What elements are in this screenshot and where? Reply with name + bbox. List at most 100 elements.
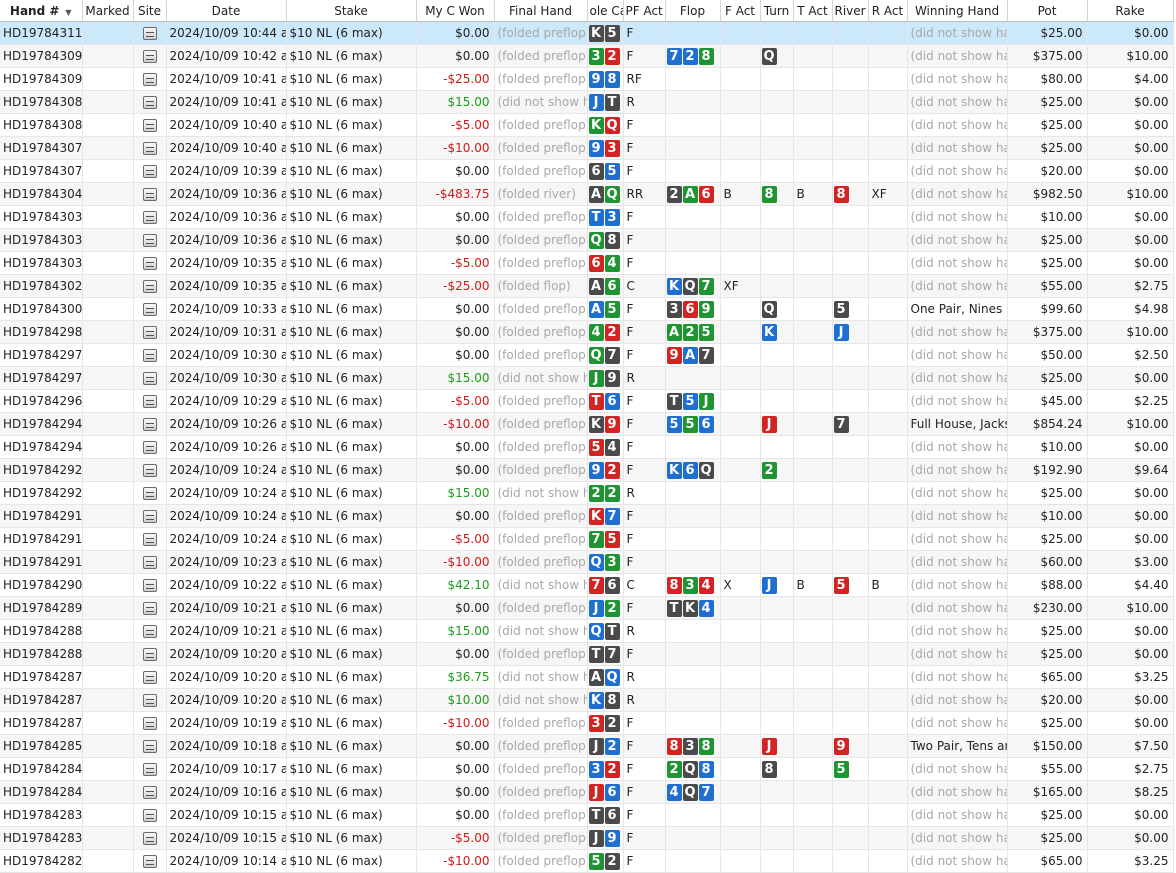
marked-cell[interactable] <box>82 642 134 666</box>
table-row[interactable]: HD1978430861 2024/10/09 10:41 am$10 NL (6… <box>0 90 1174 114</box>
marked-cell[interactable] <box>82 44 134 68</box>
table-row[interactable]: HD1978429167 2024/10/09 10:24 am$10 NL (6… <box>0 504 1174 528</box>
column-header-won[interactable]: My C Won <box>416 0 495 22</box>
turn-action-cell <box>793 711 833 735</box>
marked-cell[interactable] <box>82 366 134 390</box>
column-header-flop[interactable]: Flop <box>665 0 721 22</box>
marked-cell[interactable] <box>82 550 134 574</box>
marked-cell[interactable] <box>82 826 134 850</box>
stake-cell: $10 NL (6 max) <box>286 665 417 689</box>
marked-cell[interactable] <box>82 688 134 712</box>
table-row[interactable]: HD1978430752 2024/10/09 10:39 am$10 NL (6… <box>0 159 1174 183</box>
marked-cell[interactable] <box>82 182 134 206</box>
table-row[interactable]: HD1978428471 2024/10/09 10:17 am$10 NL (6… <box>0 757 1174 781</box>
table-row[interactable]: HD1978429044 2024/10/09 10:22 am$10 NL (6… <box>0 573 1174 597</box>
table-row[interactable]: HD1978429791 2024/10/09 10:30 am$10 NL (6… <box>0 343 1174 367</box>
marked-cell[interactable] <box>82 596 134 620</box>
marked-cell[interactable] <box>82 458 134 482</box>
table-row[interactable]: HD1978431141 2024/10/09 10:44 am$10 NL (6… <box>0 21 1174 45</box>
marked-cell[interactable] <box>82 21 134 45</box>
marked-cell[interactable] <box>82 205 134 229</box>
table-row[interactable]: HD1978430836 2024/10/09 10:40 am$10 NL (6… <box>0 113 1174 137</box>
table-row[interactable]: HD1978430795 2024/10/09 10:40 am$10 NL (6… <box>0 136 1174 160</box>
column-header-hole[interactable]: ole Card <box>587 0 624 22</box>
column-header-ract[interactable]: R Act <box>868 0 908 22</box>
column-header-pot[interactable]: Pot <box>1007 0 1088 22</box>
marked-cell[interactable] <box>82 343 134 367</box>
column-header-rake[interactable]: Rake <box>1087 0 1174 22</box>
table-row[interactable]: HD1978428751 2024/10/09 10:20 am$10 NL (6… <box>0 688 1174 712</box>
table-row[interactable]: HD1978428404 2024/10/09 10:16 am$10 NL (6… <box>0 780 1174 804</box>
marked-cell[interactable] <box>82 849 134 873</box>
marked-cell[interactable] <box>82 803 134 827</box>
table-row[interactable]: HD1978429649 2024/10/09 10:29 am$10 NL (6… <box>0 389 1174 413</box>
table-row[interactable]: HD1978428917 2024/10/09 10:21 am$10 NL (6… <box>0 596 1174 620</box>
column-header-final[interactable]: Final Hand <box>494 0 588 22</box>
marked-cell[interactable] <box>82 734 134 758</box>
table-row[interactable]: HD1978429201 2024/10/09 10:24 am$10 NL (6… <box>0 481 1174 505</box>
marked-cell[interactable] <box>82 711 134 735</box>
table-row[interactable]: HD1978428250 2024/10/09 10:14 am$10 NL (6… <box>0 849 1174 873</box>
column-header-marked[interactable]: Marked <box>82 0 134 22</box>
marked-cell[interactable] <box>82 504 134 528</box>
table-row[interactable]: HD1978429432 2024/10/09 10:26 am$10 NL (6… <box>0 412 1174 436</box>
column-header-site[interactable]: Site <box>133 0 167 22</box>
marked-cell[interactable] <box>82 412 134 436</box>
table-row[interactable]: HD1978428772 2024/10/09 10:20 am$10 NL (6… <box>0 665 1174 689</box>
won-cell: -$5.00 <box>416 527 495 551</box>
table-row[interactable]: HD1978429888 2024/10/09 10:31 am$10 NL (6… <box>0 320 1174 344</box>
table-row[interactable]: HD1978429144 2024/10/09 10:24 am$10 NL (6… <box>0 527 1174 551</box>
table-row[interactable]: HD1978429405 2024/10/09 10:26 am$10 NL (6… <box>0 435 1174 459</box>
marked-cell[interactable] <box>82 113 134 137</box>
table-row[interactable]: HD1978430417 2024/10/09 10:36 am$10 NL (6… <box>0 182 1174 206</box>
sort-descending-icon[interactable]: ▼ <box>65 8 71 17</box>
marked-cell[interactable] <box>82 159 134 183</box>
table-row[interactable]: HD1978428357 2024/10/09 10:15 am$10 NL (6… <box>0 803 1174 827</box>
marked-cell[interactable] <box>82 619 134 643</box>
table-row[interactable]: HD1978429123 2024/10/09 10:23 am$10 NL (6… <box>0 550 1174 574</box>
marked-cell[interactable] <box>82 665 134 689</box>
table-row[interactable]: HD1978428823 2024/10/09 10:20 am$10 NL (6… <box>0 642 1174 666</box>
table-row[interactable]: HD1978428585 2024/10/09 10:18 am$10 NL (6… <box>0 734 1174 758</box>
table-row[interactable]: HD1978430356 2024/10/09 10:36 am$10 NL (6… <box>0 228 1174 252</box>
marked-cell[interactable] <box>82 320 134 344</box>
marked-cell[interactable] <box>82 136 134 160</box>
table-row[interactable]: HD1978430908 2024/10/09 10:41 am$10 NL (6… <box>0 67 1174 91</box>
marked-cell[interactable] <box>82 228 134 252</box>
column-header-tact[interactable]: T Act <box>793 0 833 22</box>
marked-cell[interactable] <box>82 573 134 597</box>
marked-cell[interactable] <box>82 297 134 321</box>
column-header-pfact[interactable]: PF Act <box>623 0 666 22</box>
table-row[interactable]: HD1978429237 2024/10/09 10:24 am$10 NL (6… <box>0 458 1174 482</box>
flop-action-cell <box>720 619 761 643</box>
date-cell: 2024/10/09 10:29 am <box>166 389 287 413</box>
marked-cell[interactable] <box>82 780 134 804</box>
table-row[interactable]: HD1978428871 2024/10/09 10:21 am$10 NL (6… <box>0 619 1174 643</box>
column-header-date[interactable]: Date <box>166 0 287 22</box>
column-header-fact[interactable]: F Act <box>720 0 761 22</box>
marked-cell[interactable] <box>82 389 134 413</box>
table-row[interactable]: HD1978428321 2024/10/09 10:15 am$10 NL (6… <box>0 826 1174 850</box>
marked-cell[interactable] <box>82 481 134 505</box>
marked-cell[interactable] <box>82 435 134 459</box>
marked-cell[interactable] <box>82 274 134 298</box>
table-row[interactable]: HD1978430385 2024/10/09 10:36 am$10 NL (6… <box>0 205 1174 229</box>
marked-cell[interactable] <box>82 527 134 551</box>
table-row[interactable]: HD1978430253 2024/10/09 10:35 am$10 NL (6… <box>0 274 1174 298</box>
table-row[interactable]: HD1978430068 2024/10/09 10:33 am$10 NL (6… <box>0 297 1174 321</box>
column-header-turn[interactable]: Turn <box>760 0 794 22</box>
table-row[interactable]: HD1978428735 2024/10/09 10:19 am$10 NL (6… <box>0 711 1174 735</box>
rake-cell: $0.00 <box>1087 619 1174 643</box>
column-header-hand[interactable]: Hand # ▼ <box>0 0 83 22</box>
hand-history-grid[interactable]: Hand # ▼ Marked Site Date Stake My C Won Final … <box>0 0 1176 873</box>
marked-cell[interactable] <box>82 757 134 781</box>
table-row[interactable]: HD1978430329 2024/10/09 10:35 am$10 NL (6… <box>0 251 1174 275</box>
marked-cell[interactable] <box>82 67 134 91</box>
column-header-winning[interactable]: Winning Hand <box>907 0 1008 22</box>
column-header-river[interactable]: River <box>832 0 869 22</box>
column-header-stake[interactable]: Stake <box>286 0 417 22</box>
marked-cell[interactable] <box>82 90 134 114</box>
marked-cell[interactable] <box>82 251 134 275</box>
table-row[interactable]: HD1978430987 2024/10/09 10:42 am$10 NL (6… <box>0 44 1174 68</box>
table-row[interactable]: HD1978429740 2024/10/09 10:30 am$10 NL (6… <box>0 366 1174 390</box>
